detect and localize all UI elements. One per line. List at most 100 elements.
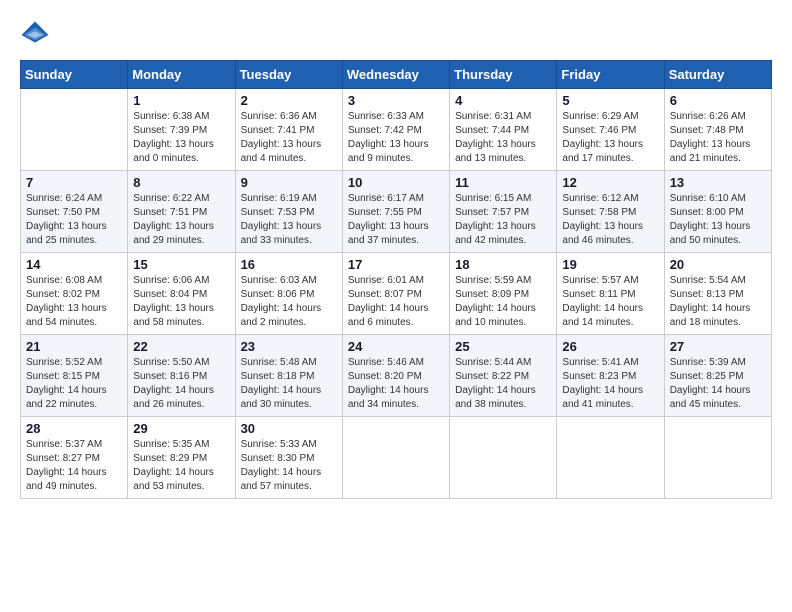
cell-sun-info: Sunrise: 5:35 AMSunset: 8:29 PMDaylight:… <box>133 438 229 494</box>
calendar-cell: 25 Sunrise: 5:44 AMSunset: 8:22 PMDayligh… <box>450 335 557 417</box>
calendar-cell <box>21 89 128 171</box>
calendar-cell: 24 Sunrise: 5:46 AMSunset: 8:20 PMDayligh… <box>342 335 449 417</box>
cell-day-number: 1 <box>133 93 229 108</box>
calendar-cell <box>450 417 557 499</box>
cell-day-number: 26 <box>562 339 658 354</box>
cell-day-number: 25 <box>455 339 551 354</box>
cell-day-number: 8 <box>133 175 229 190</box>
day-header-sunday: Sunday <box>21 61 128 89</box>
cell-sun-info: Sunrise: 5:48 AMSunset: 8:18 PMDaylight:… <box>241 356 337 412</box>
day-header-monday: Monday <box>128 61 235 89</box>
calendar-cell: 26 Sunrise: 5:41 AMSunset: 8:23 PMDayligh… <box>557 335 664 417</box>
calendar-cell: 7 Sunrise: 6:24 AMSunset: 7:50 PMDaylight… <box>21 171 128 253</box>
cell-day-number: 16 <box>241 257 337 272</box>
calendar-table: SundayMondayTuesdayWednesdayThursdayFrid… <box>20 60 772 499</box>
cell-day-number: 7 <box>26 175 122 190</box>
cell-day-number: 20 <box>670 257 766 272</box>
cell-day-number: 9 <box>241 175 337 190</box>
calendar-cell: 22Sunrise: 5:50 AMSunset: 8:16 PMDayligh… <box>128 335 235 417</box>
calendar-cell: 4 Sunrise: 6:31 AMSunset: 7:44 PMDaylight… <box>450 89 557 171</box>
logo <box>20 20 54 50</box>
calendar-body: 1 Sunrise: 6:38 AMSunset: 7:39 PMDaylight… <box>21 89 772 499</box>
cell-sun-info: Sunrise: 6:36 AMSunset: 7:41 PMDaylight:… <box>241 110 337 166</box>
cell-day-number: 28 <box>26 421 122 436</box>
day-header-friday: Friday <box>557 61 664 89</box>
calendar-week-row: 14 Sunrise: 6:08 AMSunset: 8:02 PMDayligh… <box>21 253 772 335</box>
calendar-cell: 8Sunrise: 6:22 AMSunset: 7:51 PMDaylight… <box>128 171 235 253</box>
calendar-cell: 28 Sunrise: 5:37 AMSunset: 8:27 PMDayligh… <box>21 417 128 499</box>
cell-sun-info: Sunrise: 5:59 AMSunset: 8:09 PMDaylight:… <box>455 274 551 330</box>
cell-day-number: 4 <box>455 93 551 108</box>
cell-sun-info: Sunrise: 6:10 AMSunset: 8:00 PMDaylight:… <box>670 192 766 248</box>
cell-day-number: 11 <box>455 175 551 190</box>
calendar-cell: 5 Sunrise: 6:29 AMSunset: 7:46 PMDaylight… <box>557 89 664 171</box>
calendar-week-row: 1 Sunrise: 6:38 AMSunset: 7:39 PMDaylight… <box>21 89 772 171</box>
calendar-cell: 30 Sunrise: 5:33 AMSunset: 8:30 PMDayligh… <box>235 417 342 499</box>
cell-day-number: 23 <box>241 339 337 354</box>
cell-sun-info: Sunrise: 6:38 AMSunset: 7:39 PMDaylight:… <box>133 110 229 166</box>
calendar-cell: 11 Sunrise: 6:15 AMSunset: 7:57 PMDayligh… <box>450 171 557 253</box>
cell-sun-info: Sunrise: 6:17 AMSunset: 7:55 PMDaylight:… <box>348 192 444 248</box>
cell-sun-info: Sunrise: 5:37 AMSunset: 8:27 PMDaylight:… <box>26 438 122 494</box>
cell-day-number: 24 <box>348 339 444 354</box>
cell-sun-info: Sunrise: 5:46 AMSunset: 8:20 PMDaylight:… <box>348 356 444 412</box>
calendar-cell: 20 Sunrise: 5:54 AMSunset: 8:13 PMDayligh… <box>664 253 771 335</box>
cell-day-number: 10 <box>348 175 444 190</box>
cell-sun-info: Sunrise: 5:39 AMSunset: 8:25 PMDaylight:… <box>670 356 766 412</box>
cell-sun-info: Sunrise: 5:54 AMSunset: 8:13 PMDaylight:… <box>670 274 766 330</box>
cell-day-number: 17 <box>348 257 444 272</box>
calendar-week-row: 21 Sunrise: 5:52 AMSunset: 8:15 PMDayligh… <box>21 335 772 417</box>
calendar-cell: 12 Sunrise: 6:12 AMSunset: 7:58 PMDayligh… <box>557 171 664 253</box>
cell-sun-info: Sunrise: 5:57 AMSunset: 8:11 PMDaylight:… <box>562 274 658 330</box>
cell-sun-info: Sunrise: 5:44 AMSunset: 8:22 PMDaylight:… <box>455 356 551 412</box>
cell-day-number: 29 <box>133 421 229 436</box>
day-header-tuesday: Tuesday <box>235 61 342 89</box>
cell-day-number: 21 <box>26 339 122 354</box>
calendar-cell: 14 Sunrise: 6:08 AMSunset: 8:02 PMDayligh… <box>21 253 128 335</box>
cell-sun-info: Sunrise: 6:03 AMSunset: 8:06 PMDaylight:… <box>241 274 337 330</box>
calendar-cell: 9Sunrise: 6:19 AMSunset: 7:53 PMDaylight… <box>235 171 342 253</box>
cell-day-number: 22 <box>133 339 229 354</box>
cell-day-number: 18 <box>455 257 551 272</box>
cell-day-number: 3 <box>348 93 444 108</box>
calendar-week-row: 28 Sunrise: 5:37 AMSunset: 8:27 PMDayligh… <box>21 417 772 499</box>
calendar-cell: 13 Sunrise: 6:10 AMSunset: 8:00 PMDayligh… <box>664 171 771 253</box>
cell-sun-info: Sunrise: 6:15 AMSunset: 7:57 PMDaylight:… <box>455 192 551 248</box>
day-header-thursday: Thursday <box>450 61 557 89</box>
cell-sun-info: Sunrise: 6:08 AMSunset: 8:02 PMDaylight:… <box>26 274 122 330</box>
calendar-cell: 18 Sunrise: 5:59 AMSunset: 8:09 PMDayligh… <box>450 253 557 335</box>
cell-day-number: 12 <box>562 175 658 190</box>
calendar-header-row: SundayMondayTuesdayWednesdayThursdayFrid… <box>21 61 772 89</box>
cell-day-number: 15 <box>133 257 229 272</box>
page-header <box>20 20 772 50</box>
cell-day-number: 6 <box>670 93 766 108</box>
calendar-cell <box>342 417 449 499</box>
calendar-cell: 15 Sunrise: 6:06 AMSunset: 8:04 PMDayligh… <box>128 253 235 335</box>
cell-day-number: 5 <box>562 93 658 108</box>
day-header-saturday: Saturday <box>664 61 771 89</box>
cell-sun-info: Sunrise: 6:29 AMSunset: 7:46 PMDaylight:… <box>562 110 658 166</box>
calendar-cell: 1 Sunrise: 6:38 AMSunset: 7:39 PMDaylight… <box>128 89 235 171</box>
cell-day-number: 19 <box>562 257 658 272</box>
calendar-cell <box>557 417 664 499</box>
calendar-cell: 21 Sunrise: 5:52 AMSunset: 8:15 PMDayligh… <box>21 335 128 417</box>
cell-sun-info: Sunrise: 6:06 AMSunset: 8:04 PMDaylight:… <box>133 274 229 330</box>
cell-sun-info: Sunrise: 5:52 AMSunset: 8:15 PMDaylight:… <box>26 356 122 412</box>
cell-sun-info: Sunrise: 6:12 AMSunset: 7:58 PMDaylight:… <box>562 192 658 248</box>
cell-day-number: 14 <box>26 257 122 272</box>
logo-icon <box>20 20 50 50</box>
cell-sun-info: Sunrise: 6:26 AMSunset: 7:48 PMDaylight:… <box>670 110 766 166</box>
cell-day-number: 2 <box>241 93 337 108</box>
cell-sun-info: Sunrise: 5:33 AMSunset: 8:30 PMDaylight:… <box>241 438 337 494</box>
cell-sun-info: Sunrise: 5:41 AMSunset: 8:23 PMDaylight:… <box>562 356 658 412</box>
cell-sun-info: Sunrise: 6:31 AMSunset: 7:44 PMDaylight:… <box>455 110 551 166</box>
day-header-wednesday: Wednesday <box>342 61 449 89</box>
calendar-cell: 6 Sunrise: 6:26 AMSunset: 7:48 PMDaylight… <box>664 89 771 171</box>
calendar-cell: 3 Sunrise: 6:33 AMSunset: 7:42 PMDaylight… <box>342 89 449 171</box>
cell-sun-info: Sunrise: 6:24 AMSunset: 7:50 PMDaylight:… <box>26 192 122 248</box>
calendar-cell: 2 Sunrise: 6:36 AMSunset: 7:41 PMDaylight… <box>235 89 342 171</box>
cell-day-number: 13 <box>670 175 766 190</box>
calendar-cell <box>664 417 771 499</box>
cell-sun-info: Sunrise: 6:33 AMSunset: 7:42 PMDaylight:… <box>348 110 444 166</box>
cell-day-number: 30 <box>241 421 337 436</box>
